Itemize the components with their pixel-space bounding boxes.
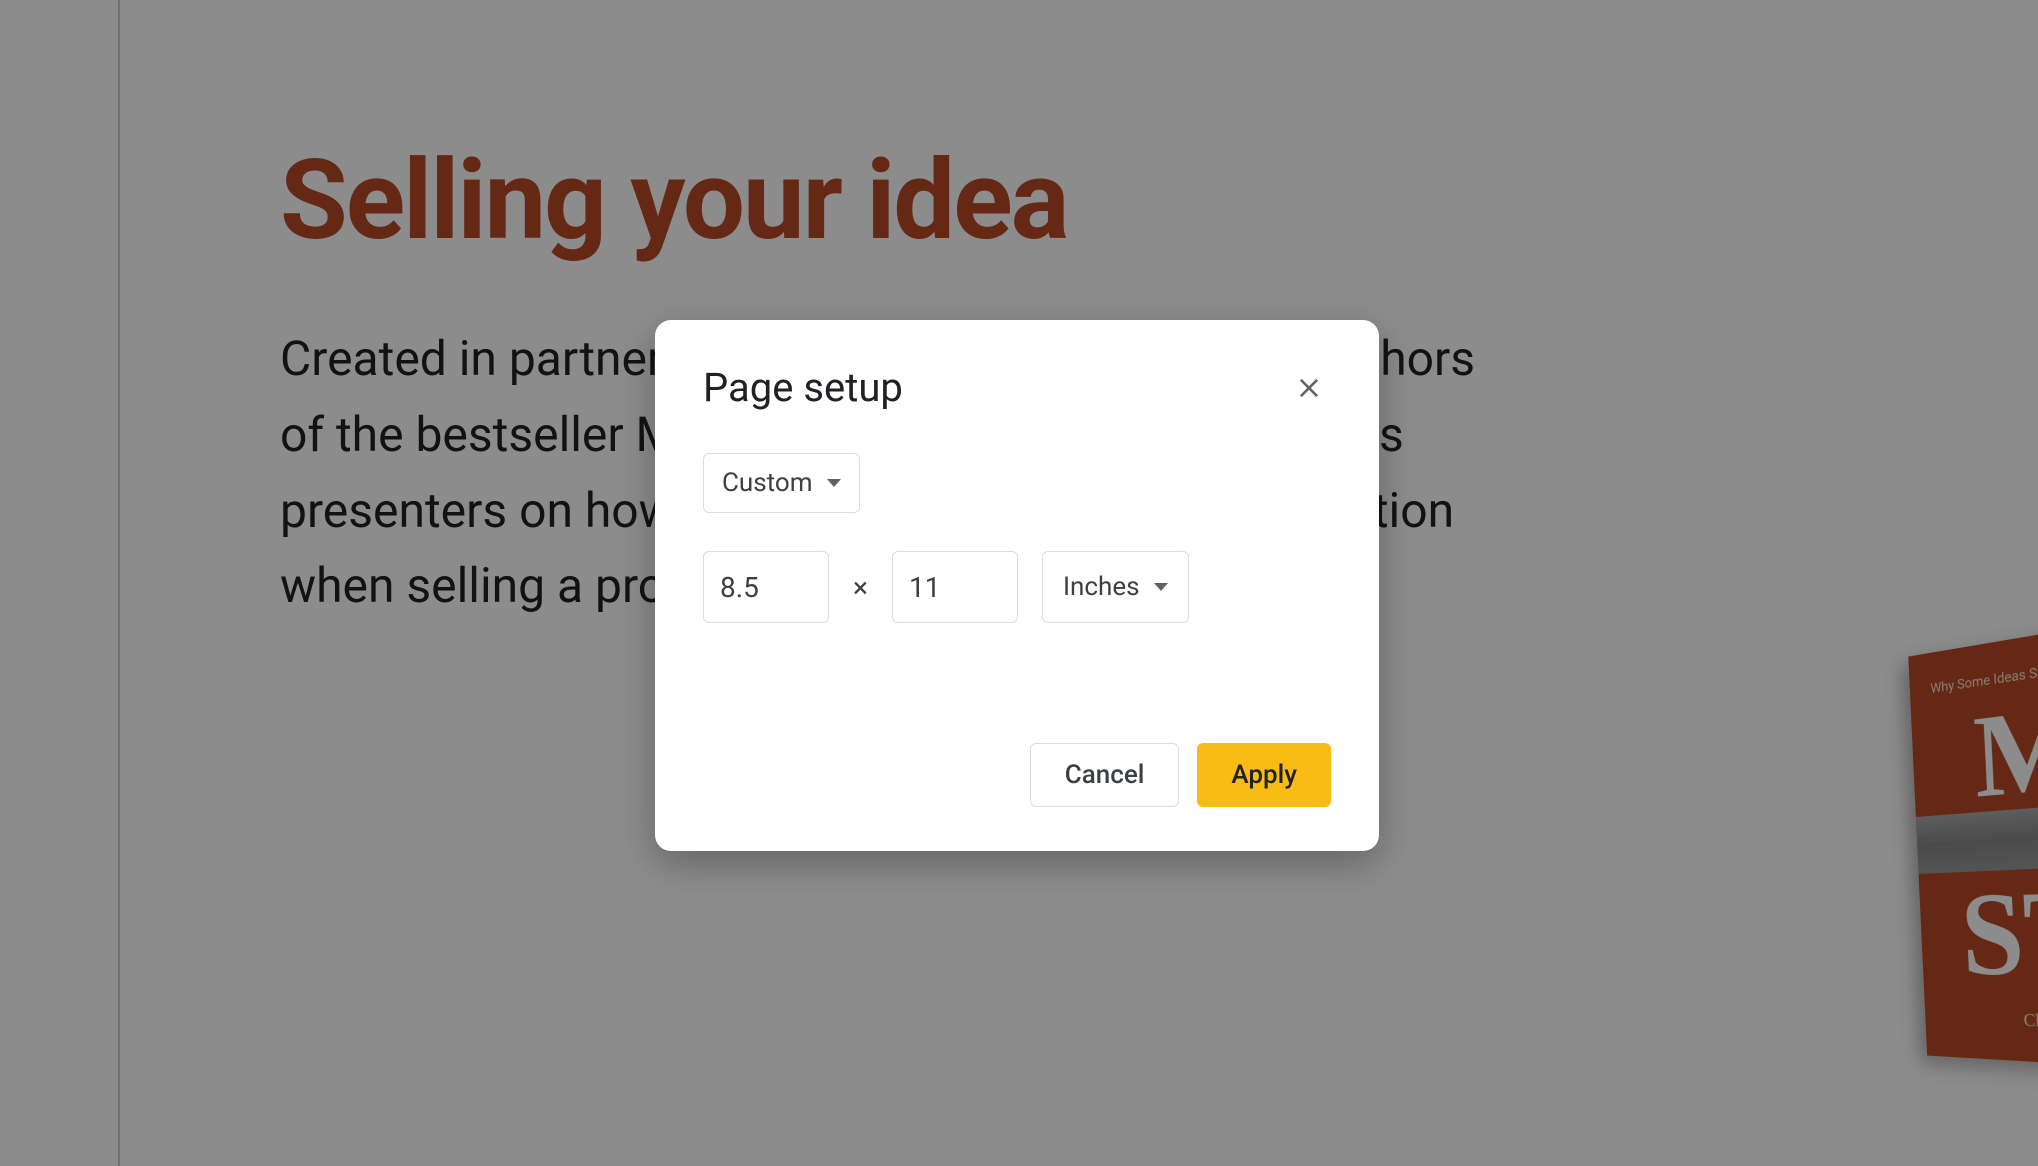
dialog-footer: Cancel Apply	[703, 743, 1331, 807]
dialog-header: Page setup	[703, 364, 1331, 411]
close-icon	[1295, 374, 1323, 402]
page-setup-dialog: Page setup Custom × Inches Cancel Apply	[655, 320, 1379, 851]
preset-dropdown[interactable]: Custom	[703, 453, 860, 513]
dialog-title: Page setup	[703, 364, 903, 411]
preset-dropdown-label: Custom	[722, 468, 813, 498]
units-dropdown[interactable]: Inches	[1042, 551, 1189, 623]
preset-row: Custom	[703, 453, 1331, 513]
times-symbol: ×	[853, 571, 868, 604]
cancel-button[interactable]: Cancel	[1030, 743, 1180, 807]
apply-button[interactable]: Apply	[1197, 743, 1331, 807]
dimensions-row: × Inches	[703, 551, 1331, 623]
chevron-down-icon	[827, 479, 841, 487]
chevron-down-icon	[1154, 583, 1168, 591]
width-input[interactable]	[703, 551, 829, 623]
height-input[interactable]	[892, 551, 1018, 623]
units-dropdown-label: Inches	[1063, 572, 1140, 602]
close-button[interactable]	[1287, 366, 1331, 410]
